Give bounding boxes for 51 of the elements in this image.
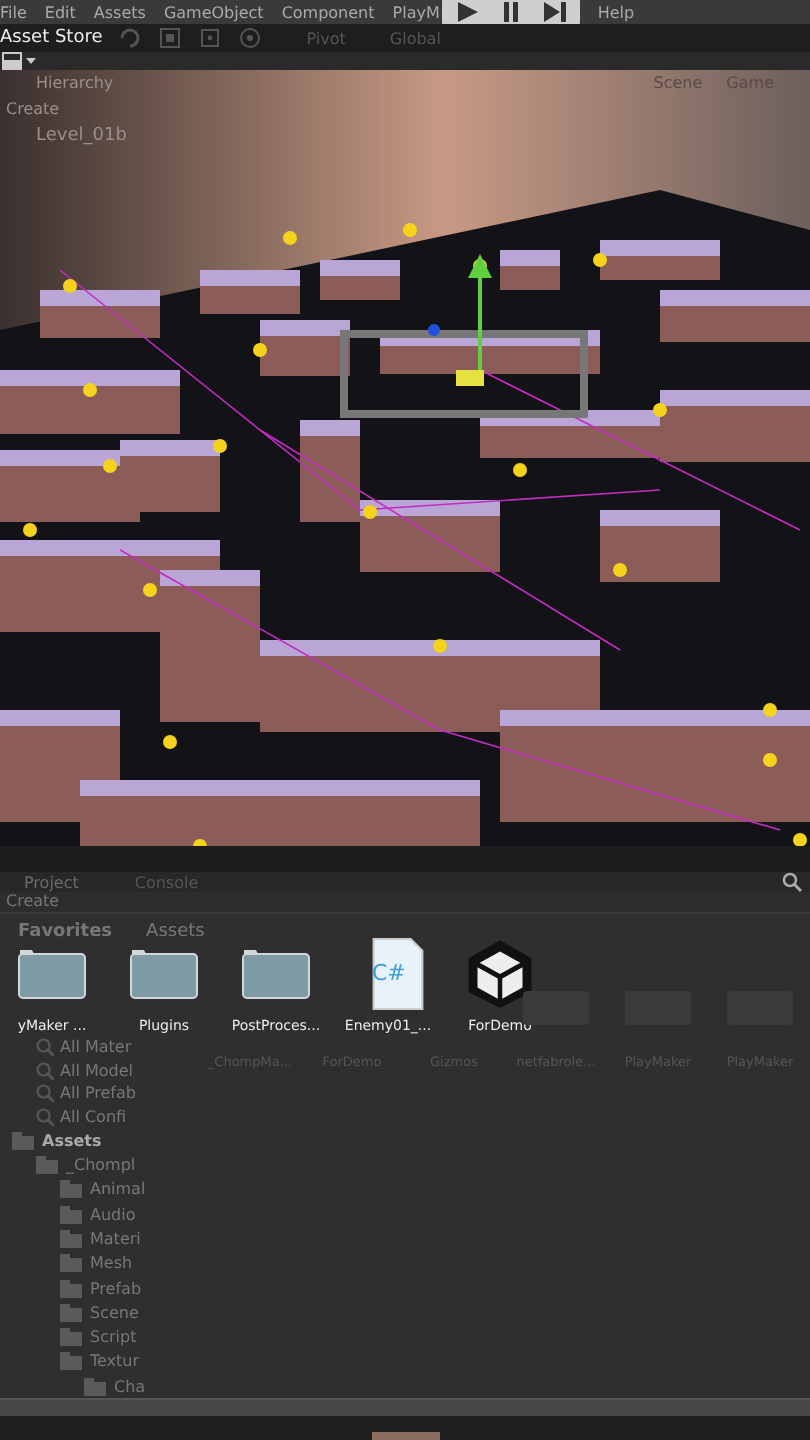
folder-icon xyxy=(12,1131,34,1150)
folder-icon xyxy=(60,1352,82,1371)
hierarchy-tab[interactable]: Hierarchy xyxy=(36,74,114,93)
panel-tab[interactable]: Project xyxy=(24,873,79,892)
folder-icon xyxy=(60,1229,82,1248)
tree-item[interactable]: Materi xyxy=(90,1229,141,1248)
step-icon[interactable] xyxy=(541,0,568,24)
folder-icon xyxy=(60,1279,82,1298)
tree-item[interactable]: Prefab xyxy=(90,1279,142,1298)
transform-tool-icon[interactable] xyxy=(238,26,263,51)
favorite-item[interactable]: All Model xyxy=(60,1061,133,1080)
menu-item[interactable]: File xyxy=(0,3,27,21)
scene-tab[interactable]: Scene xyxy=(653,74,703,93)
tree-item[interactable]: Animal xyxy=(90,1180,146,1199)
layout-icon[interactable] xyxy=(2,52,38,71)
folder-icon xyxy=(84,1377,106,1396)
rect-tool-icon[interactable] xyxy=(198,26,223,51)
favorites-label[interactable]: Favorites xyxy=(18,921,113,942)
menu-item[interactable]: Help xyxy=(597,3,635,21)
menu-item[interactable]: Component xyxy=(281,3,375,21)
create-button[interactable]: Create xyxy=(6,892,60,911)
menu-item[interactable]: GameObject xyxy=(163,3,264,21)
folder-icon xyxy=(36,1156,58,1175)
folder-icon xyxy=(60,1328,82,1347)
tree-item[interactable]: Assets xyxy=(42,1131,102,1150)
asset-store-tab[interactable]: Asset Store xyxy=(0,28,103,49)
create-button[interactable]: Create xyxy=(6,100,60,119)
folder-icon xyxy=(60,1180,82,1199)
folder-icon xyxy=(60,1205,82,1224)
tree-item[interactable]: Mesh xyxy=(90,1254,133,1273)
search-icon[interactable] xyxy=(782,872,802,893)
menu-item[interactable]: Assets xyxy=(93,3,146,21)
tree-item[interactable]: _Chompl xyxy=(66,1156,136,1175)
tree-item[interactable]: Audio xyxy=(90,1205,136,1224)
folder-icon xyxy=(60,1303,82,1322)
folder-icon xyxy=(60,1254,82,1273)
favorite-item[interactable]: All Prefab xyxy=(60,1084,136,1103)
tree-item[interactable]: Textur xyxy=(90,1352,140,1371)
scene-object-item[interactable]: Level_01b xyxy=(36,126,127,147)
scale-tool-icon[interactable] xyxy=(158,26,183,51)
tree-item[interactable]: Script xyxy=(90,1328,137,1347)
cube-logo-icon[interactable] xyxy=(466,937,534,1010)
menu-item[interactable]: Edit xyxy=(44,3,76,21)
script-glyph: C# xyxy=(372,959,406,986)
rotate-tool-icon[interactable] xyxy=(118,26,143,51)
menu-item[interactable]: PlayM xyxy=(392,3,440,21)
tree-item[interactable]: Cha xyxy=(114,1377,146,1396)
breadcrumb[interactable]: Assets xyxy=(146,921,205,942)
favorite-item[interactable]: All Mater xyxy=(60,1038,132,1057)
favorite-item[interactable]: All Confi xyxy=(60,1107,127,1126)
tree-item[interactable]: Scene xyxy=(90,1303,139,1322)
